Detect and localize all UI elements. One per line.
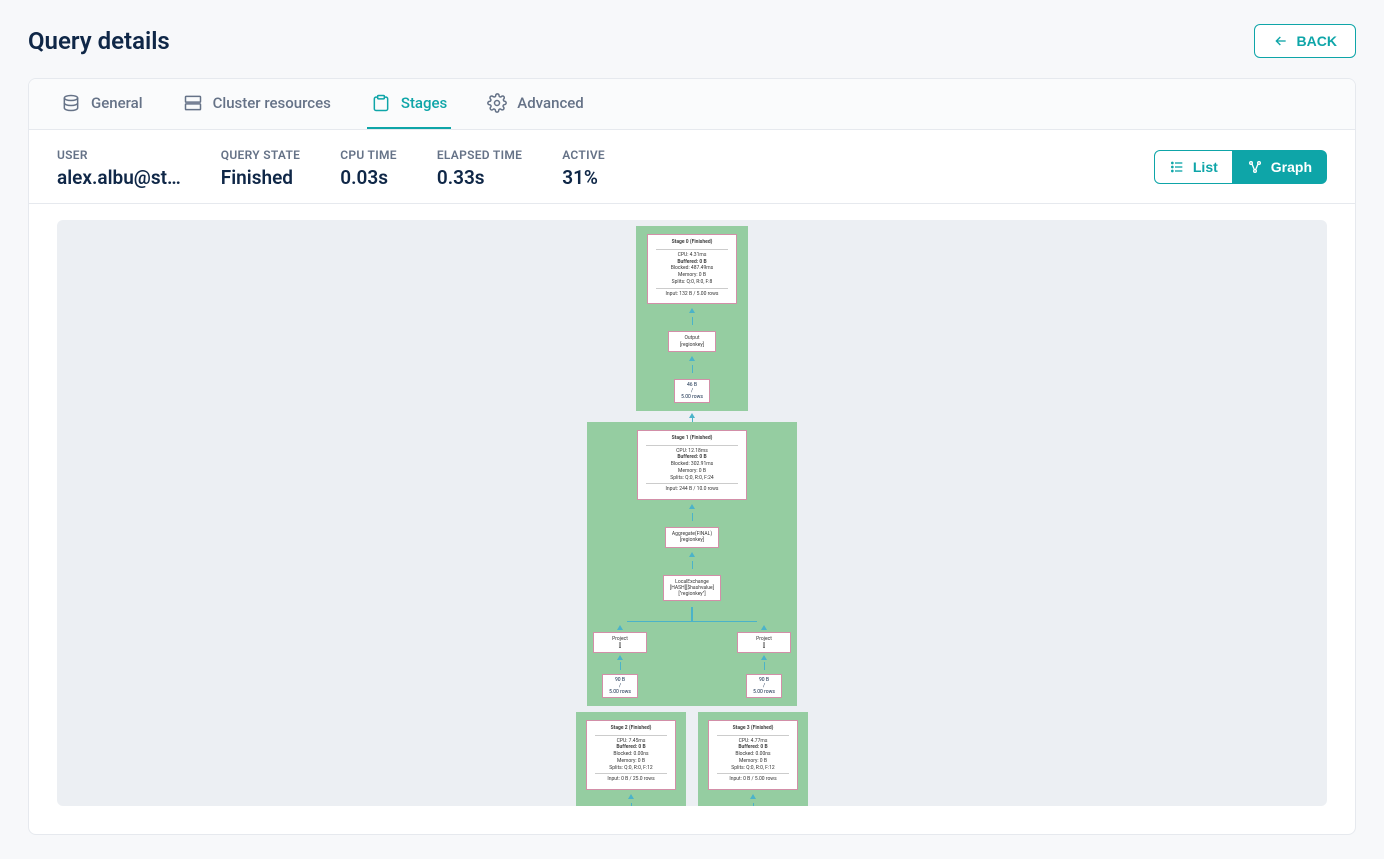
arrow-up-icon <box>761 655 767 660</box>
summary-value: 0.03s <box>340 166 397 189</box>
summary-label: CPU TIME <box>340 148 397 162</box>
back-button[interactable]: BACK <box>1254 24 1356 58</box>
summary-cpu-time: CPU TIME 0.03s <box>340 148 397 189</box>
stage-3[interactable]: Stage 3 (Finished) CPU: 4.77ms Buffered:… <box>698 712 808 806</box>
arrow-up-icon <box>689 552 695 557</box>
summary-query-state: QUERY STATE Finished <box>221 148 300 189</box>
summary-label: ACTIVE <box>562 148 605 162</box>
arrow-up-icon <box>617 625 623 630</box>
arrow-left-icon <box>1273 33 1289 49</box>
view-toggle-label: Graph <box>1271 159 1312 175</box>
summary-active: ACTIVE 31% <box>562 148 605 189</box>
summary-label: QUERY STATE <box>221 148 300 162</box>
graph-icon <box>1247 159 1263 175</box>
arrow-up-icon <box>750 794 756 799</box>
summary-elapsed-time: ELAPSED TIME 0.33s <box>437 148 522 189</box>
tab-general[interactable]: General <box>57 79 147 129</box>
arrow-up-icon <box>761 625 767 630</box>
tabs: General Cluster resources Stages Advance… <box>29 79 1355 130</box>
tab-label: Stages <box>401 94 447 112</box>
summary-value: 0.33s <box>437 166 522 189</box>
tab-cluster-resources[interactable]: Cluster resources <box>179 79 335 129</box>
stage-0[interactable]: Stage 0 (Finished) CPU: 4.31ms Buffered:… <box>636 226 748 411</box>
view-toggle: List Graph <box>1154 150 1327 184</box>
xfer-node: 90 B / 5.00 rows <box>746 674 782 698</box>
view-toggle-list[interactable]: List <box>1154 150 1233 184</box>
list-icon <box>1169 159 1185 175</box>
stage-2[interactable]: Stage 2 (Finished) CPU: 7.45ms Buffered:… <box>576 712 686 806</box>
summary-label: USER <box>57 148 181 162</box>
view-toggle-graph[interactable]: Graph <box>1233 150 1327 184</box>
xfer-node: 90 B / 5.00 rows <box>602 674 638 698</box>
clipboard-icon <box>371 93 391 113</box>
project-operator[interactable]: Project [] <box>737 632 791 653</box>
stage-header: Stage 1 (Finished) CPU: 12.18ms Buffered… <box>637 430 747 500</box>
aggregate-final-operator[interactable]: Aggregate(FINAL) [regionkey] <box>665 527 719 548</box>
project-operator[interactable]: Project [] <box>593 632 647 653</box>
tab-label: General <box>91 94 143 112</box>
summary-value: 31% <box>562 166 605 189</box>
arrow-up-icon <box>689 504 695 509</box>
stage-graph-canvas[interactable]: Stage 0 (Finished) CPU: 4.31ms Buffered:… <box>57 220 1327 806</box>
stage-header: Stage 0 (Finished) CPU: 4.31ms Buffered:… <box>647 234 737 304</box>
gear-icon <box>487 93 507 113</box>
server-icon <box>183 93 203 113</box>
stage-header: Stage 2 (Finished) CPU: 7.45ms Buffered:… <box>586 720 676 790</box>
arrow-up-icon <box>689 356 695 361</box>
tab-label: Cluster resources <box>213 94 331 112</box>
database-icon <box>61 93 81 113</box>
tab-advanced[interactable]: Advanced <box>483 79 587 129</box>
back-button-label: BACK <box>1297 33 1337 49</box>
tab-stages[interactable]: Stages <box>367 79 451 129</box>
output-operator[interactable]: Output [regionkey] <box>668 331 716 352</box>
tab-label: Advanced <box>517 94 583 112</box>
summary-label: ELAPSED TIME <box>437 148 522 162</box>
stage-1[interactable]: Stage 1 (Finished) CPU: 12.18ms Buffered… <box>587 422 797 706</box>
page-title: Query details <box>28 27 170 55</box>
stage-header: Stage 3 (Finished) CPU: 4.77ms Buffered:… <box>708 720 798 790</box>
view-toggle-label: List <box>1193 159 1218 175</box>
xfer-node: 46 B / 5.00 rows <box>674 379 710 403</box>
local-exchange-operator[interactable]: LocalExchange [HASH][$hashvalue] ["regio… <box>663 575 721 602</box>
summary-value: Finished <box>221 166 300 189</box>
summary-value: alex.albu@st… <box>57 166 181 189</box>
arrow-up-icon <box>617 655 623 660</box>
arrow-up-icon <box>689 308 695 313</box>
branch-connector <box>627 607 757 621</box>
arrow-up-icon <box>628 794 634 799</box>
summary-user: USER alex.albu@st… <box>57 148 181 189</box>
